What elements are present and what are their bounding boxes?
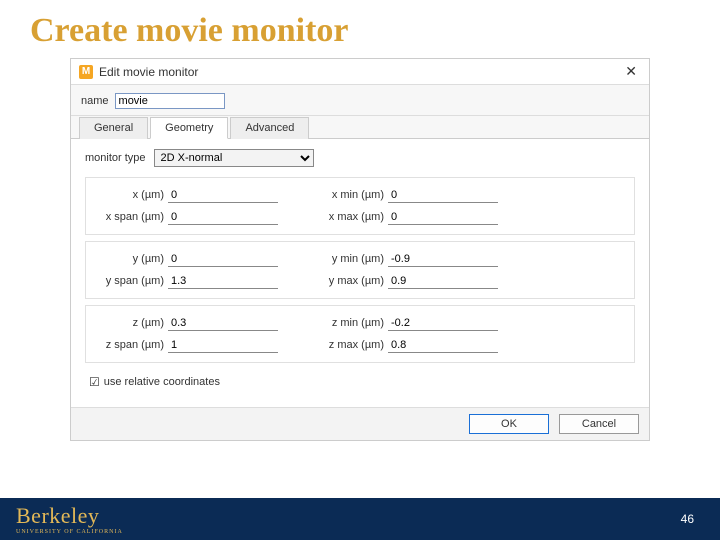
z-min-label: z min (µm)	[308, 317, 388, 329]
x-group: x (µm) x min (µm) x span (µm) x max (µm)	[85, 177, 635, 235]
y-span-label: y span (µm)	[96, 275, 168, 287]
tab-advanced[interactable]: Advanced	[230, 117, 309, 139]
checkbox-icon[interactable]: ☑	[89, 375, 100, 389]
x-min-label: x min (µm)	[308, 189, 388, 201]
y-label: y (µm)	[96, 253, 168, 265]
tabs: General Geometry Advanced	[71, 116, 649, 139]
y-max-label: y max (µm)	[308, 275, 388, 287]
x-input[interactable]	[168, 188, 278, 203]
y-min-label: y min (µm)	[308, 253, 388, 265]
edit-movie-monitor-dialog: M Edit movie monitor ✕ name General Geom…	[70, 58, 650, 441]
z-max-input[interactable]	[388, 338, 498, 353]
y-span-input[interactable]	[168, 274, 278, 289]
monitor-type-label: monitor type	[85, 152, 146, 164]
y-input[interactable]	[168, 252, 278, 267]
x-max-input[interactable]	[388, 210, 498, 225]
x-label: x (µm)	[96, 189, 168, 201]
y-min-input[interactable]	[388, 252, 498, 267]
z-group: z (µm) z min (µm) z span (µm) z max (µm)	[85, 305, 635, 363]
y-max-input[interactable]	[388, 274, 498, 289]
relative-coords-row[interactable]: ☑ use relative coordinates	[85, 369, 635, 399]
name-row: name	[71, 85, 649, 116]
z-min-input[interactable]	[388, 316, 498, 331]
monitor-type-select[interactable]: 2D X-normal	[154, 149, 314, 167]
app-icon: M	[79, 65, 93, 79]
relative-coords-label: use relative coordinates	[104, 376, 220, 388]
cancel-button[interactable]: Cancel	[559, 414, 639, 434]
tab-general[interactable]: General	[79, 117, 148, 139]
monitor-type-row: monitor type 2D X-normal	[85, 149, 635, 167]
z-max-label: z max (µm)	[308, 339, 388, 351]
z-label: z (µm)	[96, 317, 168, 329]
z-span-input[interactable]	[168, 338, 278, 353]
x-span-input[interactable]	[168, 210, 278, 225]
x-span-label: x span (µm)	[96, 211, 168, 223]
name-input[interactable]	[115, 93, 225, 109]
ok-button[interactable]: OK	[469, 414, 549, 434]
page-number: 46	[681, 512, 694, 526]
logo-subtitle: UNIVERSITY OF CALIFORNIA	[16, 529, 123, 535]
slide-title: Create movie monitor	[0, 0, 720, 58]
z-input[interactable]	[168, 316, 278, 331]
slide-footer: Berkeley UNIVERSITY OF CALIFORNIA 46	[0, 498, 720, 540]
berkeley-logo: Berkeley UNIVERSITY OF CALIFORNIA	[16, 503, 123, 535]
y-group: y (µm) y min (µm) y span (µm) y max (µm)	[85, 241, 635, 299]
x-max-label: x max (µm)	[308, 211, 388, 223]
logo-text: Berkeley	[16, 503, 123, 529]
close-icon[interactable]: ✕	[621, 63, 641, 80]
x-min-input[interactable]	[388, 188, 498, 203]
z-span-label: z span (µm)	[96, 339, 168, 351]
tab-geometry[interactable]: Geometry	[150, 117, 228, 139]
dialog-titlebar: M Edit movie monitor ✕	[71, 59, 649, 85]
geometry-panel: monitor type 2D X-normal x (µm) x min (µ…	[71, 139, 649, 407]
dialog-title: Edit movie monitor	[99, 65, 621, 79]
name-label: name	[81, 95, 109, 107]
dialog-buttons: OK Cancel	[71, 407, 649, 440]
